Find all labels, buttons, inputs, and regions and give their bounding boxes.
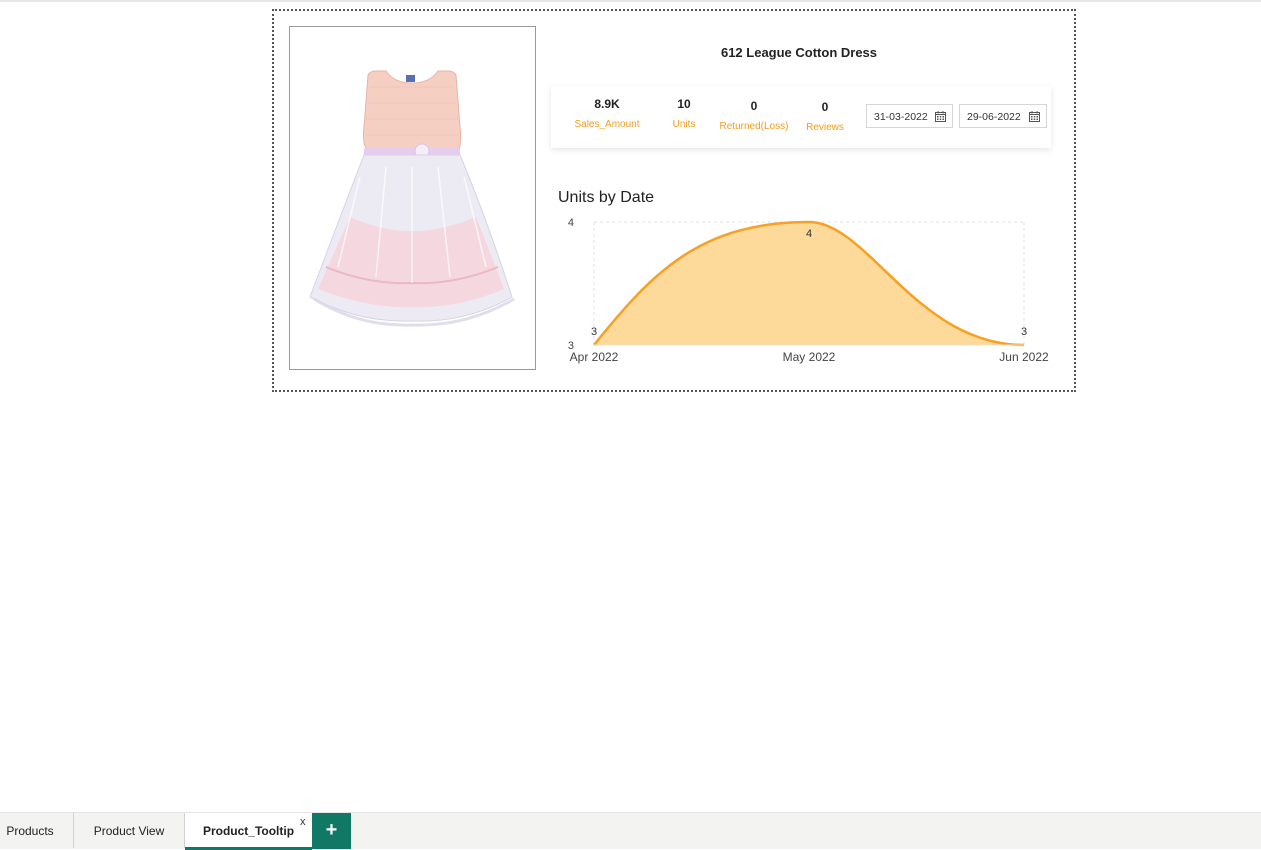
- tab-products[interactable]: Products: [0, 813, 60, 847]
- tab-divider: [73, 813, 74, 848]
- page-tab-bar: Products Product View Product_Tooltip x …: [0, 812, 1261, 850]
- product-image: [289, 26, 536, 370]
- kpi-label: Returned(Loss): [719, 121, 789, 132]
- data-label: 3: [591, 326, 597, 338]
- calendar-icon[interactable]: [1029, 111, 1040, 122]
- data-label: 4: [806, 228, 812, 240]
- kpi-sales-amount: 8.9K Sales_Amount: [567, 96, 647, 130]
- units-by-date-chart[interactable]: 43Apr 2022 May 2022 Jun 2022343: [550, 205, 1060, 370]
- calendar-icon[interactable]: [935, 111, 946, 122]
- tab-label: Product_Tooltip: [202, 824, 295, 838]
- tab-product-view[interactable]: Product View: [80, 813, 178, 847]
- kpi-value: 0: [821, 100, 829, 114]
- kpi-card: 8.9K Sales_Amount 10 Units 0 Returned(Lo…: [551, 86, 1051, 148]
- kpi-units: 10 Units: [664, 96, 704, 130]
- top-border: [0, 0, 1261, 2]
- close-icon[interactable]: x: [300, 815, 306, 829]
- product-title: 612 League Cotton Dress: [720, 45, 878, 60]
- tab-product-tooltip[interactable]: Product_Tooltip: [185, 813, 312, 850]
- kpi-label: Units: [672, 119, 696, 130]
- data-label: 3: [1021, 326, 1027, 338]
- area-fill: [594, 222, 1024, 345]
- add-page-button[interactable]: +: [312, 813, 351, 849]
- y-tick-label: 4: [568, 217, 574, 229]
- kpi-returned-loss: 0 Returned(Loss): [716, 98, 792, 132]
- end-date-input[interactable]: 29-06-2022: [959, 104, 1047, 128]
- kpi-reviews: 0 Reviews: [803, 99, 847, 133]
- x-tick-label: Jun 2022: [999, 350, 1049, 364]
- x-tick-label: Apr 2022: [570, 350, 619, 364]
- start-date-input[interactable]: 31-03-2022: [866, 104, 953, 128]
- kpi-label: Sales_Amount: [574, 119, 640, 130]
- start-date-value: 31-03-2022: [874, 111, 928, 123]
- end-date-value: 29-06-2022: [967, 111, 1021, 123]
- x-tick-label: May 2022: [783, 350, 836, 364]
- kpi-value: 8.9K: [594, 97, 620, 111]
- dress-image-icon: [309, 70, 515, 327]
- kpi-value: 0: [750, 99, 758, 113]
- kpi-label: Reviews: [806, 122, 844, 133]
- kpi-value: 10: [677, 97, 691, 111]
